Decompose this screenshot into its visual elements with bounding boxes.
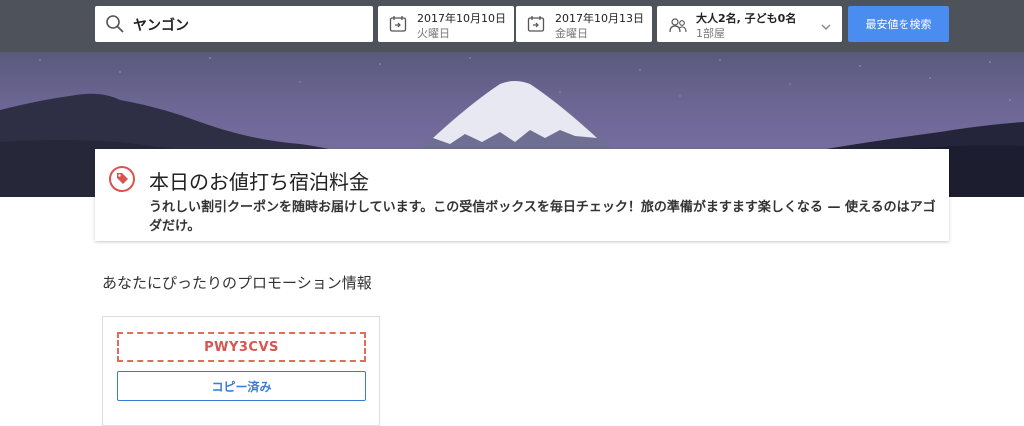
deal-title: 本日のお値打ち宿泊料金 — [149, 170, 369, 194]
checkout-date-picker[interactable]: 2017年10月13日 金曜日 — [516, 6, 652, 42]
people-icon — [669, 16, 687, 38]
checkin-date-picker[interactable]: 2017年10月10日 火曜日 — [378, 6, 514, 42]
promotions-heading: あなたにぴったりのプロモーション情報 — [102, 274, 372, 292]
checkin-date: 2017年10月10日 — [417, 12, 506, 25]
calendar-out-icon — [527, 15, 545, 37]
price-tag-icon — [108, 165, 136, 197]
search-icon — [105, 14, 125, 38]
chevron-down-icon — [820, 18, 832, 37]
calendar-in-icon — [389, 15, 407, 37]
rooms-count: 1部屋 — [696, 27, 725, 40]
checkout-weekday: 金曜日 — [555, 27, 588, 40]
coupon-code[interactable]: PWY3CVS — [117, 332, 366, 362]
guests-selector[interactable]: 大人2名, 子ども0名 1部屋 — [657, 6, 842, 42]
search-button[interactable]: 最安値を検索 — [848, 6, 949, 42]
checkout-date: 2017年10月13日 — [555, 12, 644, 25]
deal-description: うれしい割引クーポンを随時お届けしています。この受信ボックスを毎日チェック！旅の… — [149, 200, 936, 234]
destination-input[interactable]: ヤンゴン — [95, 6, 373, 42]
copy-button[interactable]: コピー済み — [117, 371, 366, 401]
destination-value: ヤンゴン — [133, 18, 189, 34]
deal-banner: 本日のお値打ち宿泊料金 うれしい割引クーポンを随時お届けしています。この受信ボッ… — [95, 149, 949, 241]
checkin-weekday: 火曜日 — [417, 27, 450, 40]
guests-count: 大人2名, 子ども0名 — [696, 12, 797, 25]
promotion-card: PWY3CVS コピー済み — [102, 316, 380, 426]
